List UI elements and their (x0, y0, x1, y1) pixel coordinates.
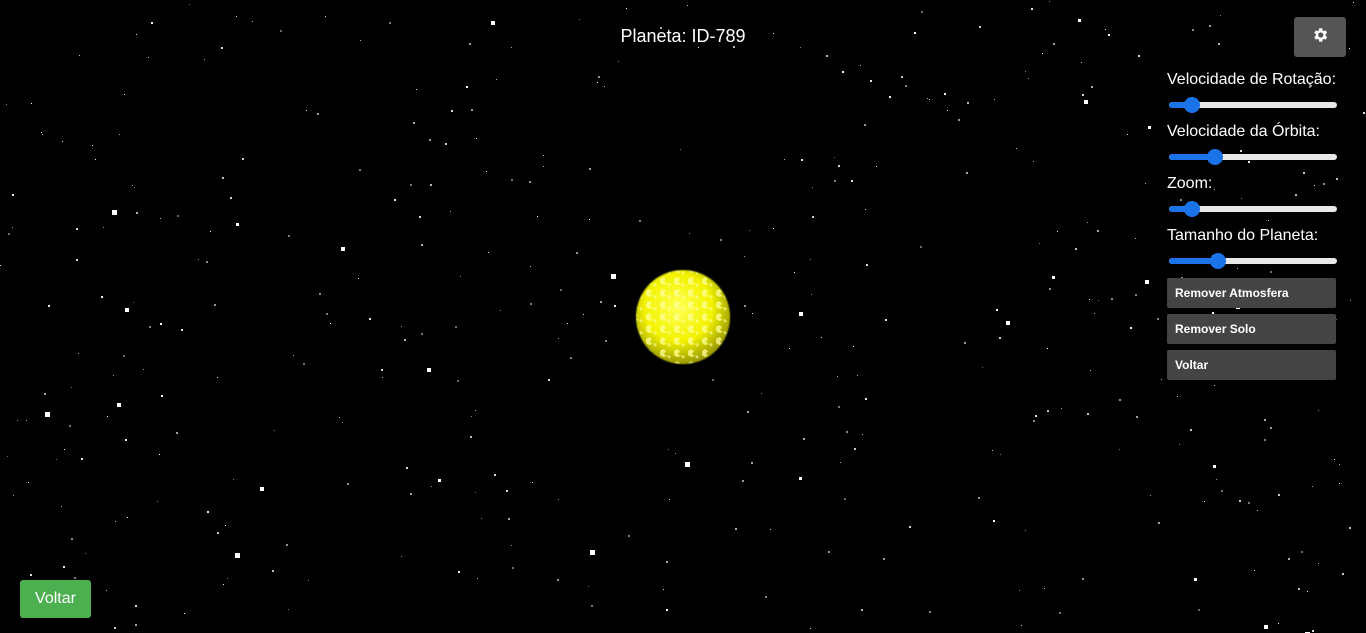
gear-icon (1311, 26, 1329, 49)
slider-thumb[interactable] (1207, 149, 1223, 165)
planet-size-label: Tamanho do Planeta: (1167, 227, 1319, 244)
planet (635, 269, 731, 365)
rotation-speed-slider[interactable] (1169, 96, 1337, 114)
settings-button[interactable] (1294, 17, 1346, 57)
remove-soil-button[interactable]: Remover Solo (1167, 314, 1336, 344)
control-panel: Velocidade de Rotação: Velocidade da Órb… (1167, 70, 1339, 386)
slider-thumb[interactable] (1184, 201, 1201, 217)
slider-thumb[interactable] (1210, 253, 1227, 269)
space-scene[interactable] (0, 0, 1366, 633)
remove-atmosphere-button[interactable]: Remover Atmosfera (1167, 278, 1336, 308)
orbit-speed-slider[interactable] (1169, 148, 1337, 166)
panel-back-button[interactable]: Voltar (1167, 350, 1336, 380)
rotation-speed-label: Velocidade de Rotação: (1167, 71, 1337, 88)
zoom-label: Zoom: (1167, 175, 1213, 192)
back-button[interactable]: Voltar (20, 580, 91, 618)
slider-thumb[interactable] (1184, 97, 1201, 113)
planet-size-slider[interactable] (1169, 252, 1337, 270)
page-title: Planeta: ID-789 (620, 26, 746, 46)
orbit-speed-label: Velocidade da Órbita: (1167, 123, 1320, 140)
zoom-slider[interactable] (1169, 200, 1337, 218)
